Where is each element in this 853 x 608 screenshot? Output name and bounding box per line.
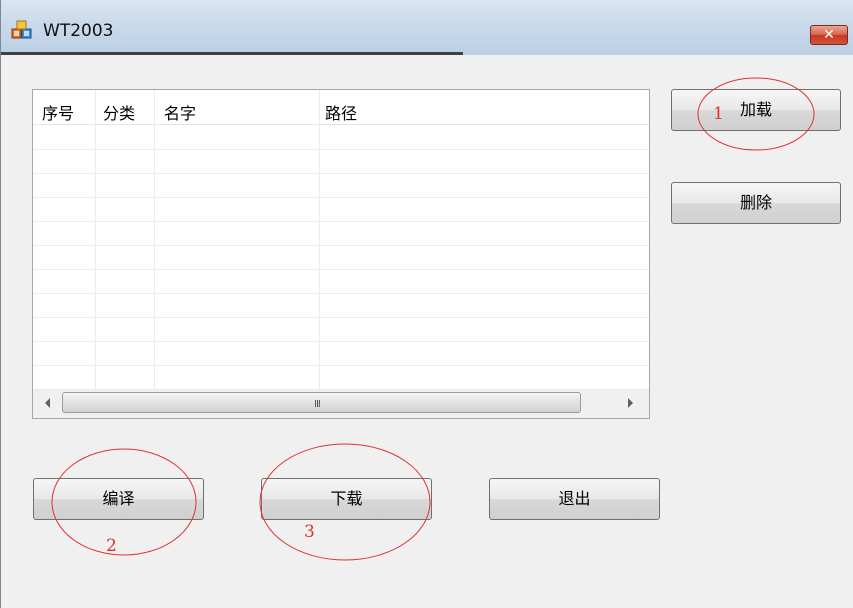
- app-window: WT2003 ✕ 序号 分类 名字 路径 III 加载 删除 编译 下载 退出 …: [0, 0, 853, 608]
- annotation-number-2: 2: [106, 536, 117, 556]
- annotation-number-3: 3: [304, 522, 315, 542]
- annotation-number-1: 1: [713, 104, 724, 124]
- annotation-overlay: [51, 77, 815, 561]
- annotation-circle-3: [259, 443, 431, 561]
- annotation-circle-2: [51, 448, 197, 556]
